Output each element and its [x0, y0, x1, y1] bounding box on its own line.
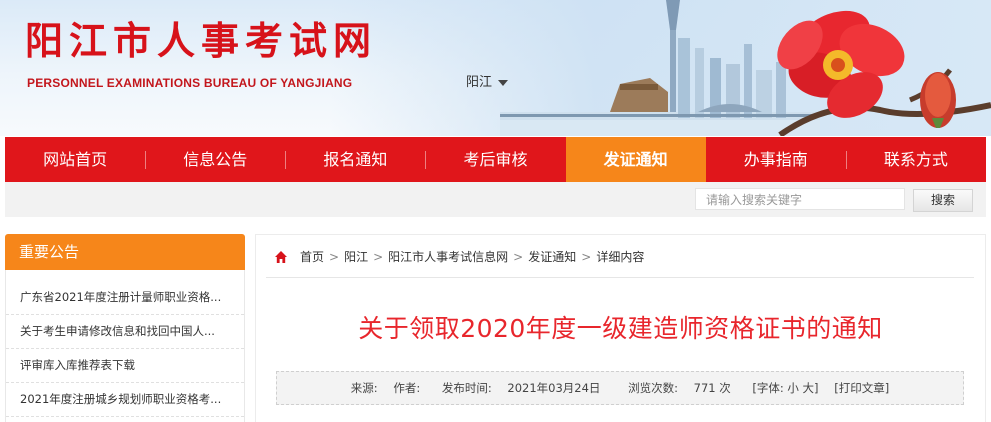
breadcrumb-divider — [266, 277, 974, 278]
search-button[interactable]: 搜索 — [913, 189, 973, 212]
breadcrumb-separator: > — [373, 249, 384, 264]
site-header: 阳江市人事考试网 PERSONNEL EXAMINATIONS BUREAU O… — [0, 0, 991, 136]
notice-list-item[interactable]: 广东省2021年度注册计量师职业资格... — [6, 281, 244, 315]
nav-item-home[interactable]: 网站首页 — [5, 137, 145, 182]
breadcrumb: 首页 > 阳江 > 阳江市人事考试信息网 > 发证通知 > 详细内容 — [274, 248, 644, 265]
meta-author-label: 作者: — [393, 381, 421, 395]
meta-views-count: 771 次 — [693, 381, 731, 395]
meta-views: 浏览次数: 771 次 — [622, 381, 737, 395]
breadcrumb-site[interactable]: 阳江市人事考试信息网 — [388, 248, 508, 265]
breadcrumb-home[interactable]: 首页 — [300, 248, 324, 265]
notice-list-item[interactable]: 评审库入库推荐表下载 — [6, 349, 244, 383]
region-selector[interactable]: 阳江 — [466, 71, 509, 90]
site-title: 阳江市人事考试网 — [25, 18, 378, 63]
sidebar-heading: 重要公告 — [5, 234, 245, 270]
font-size-control[interactable]: [字体: 小 大] — [752, 381, 818, 395]
breadcrumb-separator: > — [329, 249, 340, 264]
kapok-flower-illustration — [777, 10, 991, 136]
home-icon[interactable] — [274, 250, 288, 264]
notice-list-item[interactable]: 关于考生申请修改信息和找回中国人... — [6, 315, 244, 349]
meta-publish-label: 发布时间: — [441, 381, 492, 395]
nav-item-post-exam-review[interactable]: 考后审核 — [425, 137, 565, 182]
chevron-down-icon — [498, 79, 509, 86]
meta-publish-date: 2021年03月24日 — [507, 381, 601, 395]
breadcrumb-region[interactable]: 阳江 — [344, 248, 368, 265]
print-article-link[interactable]: [打印文章] — [834, 381, 889, 395]
nav-item-announcements[interactable]: 信息公告 — [145, 137, 285, 182]
article-title: 关于领取2020年度一级建造师资格证书的通知 — [358, 314, 883, 343]
main-nav: 网站首页 信息公告 报名通知 考后审核 发证通知 办事指南 联系方式 — [5, 137, 986, 182]
notice-list-item[interactable]: 2021年度注册城乡规划师职业资格考... — [6, 383, 244, 417]
meta-publish: 发布时间: 2021年03月24日 — [436, 381, 607, 395]
breadcrumb-category[interactable]: 发证通知 — [528, 248, 576, 265]
site-subtitle: PERSONNEL EXAMINATIONS BUREAU OF YANGJIA… — [27, 76, 353, 90]
region-label: 阳江 — [466, 75, 493, 90]
search-input[interactable]: 请输入搜索关键字 — [695, 188, 905, 210]
notice-list: 广东省2021年度注册计量师职业资格... 关于考生申请修改信息和找回中国人..… — [5, 270, 245, 422]
nav-item-registration[interactable]: 报名通知 — [285, 137, 425, 182]
breadcrumb-current: 详细内容 — [596, 250, 645, 264]
breadcrumb-separator: > — [581, 249, 592, 264]
article-meta: 来源: 作者: 发布时间: 2021年03月24日 浏览次数: 771 次 [字… — [276, 371, 964, 405]
nav-item-certificate-notice[interactable]: 发证通知 — [565, 137, 706, 182]
breadcrumb-separator: > — [513, 249, 524, 264]
nav-item-guide[interactable]: 办事指南 — [706, 137, 846, 182]
meta-views-label: 浏览次数: — [628, 381, 678, 395]
meta-source-label: 来源: — [350, 381, 378, 395]
nav-item-contact[interactable]: 联系方式 — [845, 137, 986, 182]
